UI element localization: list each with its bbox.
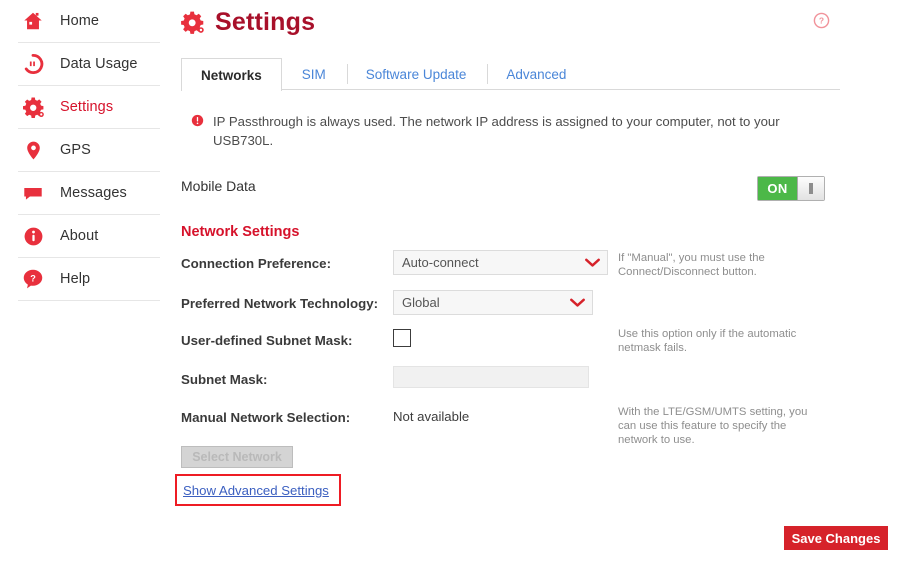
tab-label: Networks — [201, 67, 262, 83]
page-header: Settings — [180, 8, 315, 37]
help-circle-icon[interactable]: ? — [813, 12, 830, 29]
field-label: Preferred Network Technology: — [181, 296, 379, 311]
svg-text:?: ? — [819, 16, 824, 26]
select-network-button[interactable]: Select Network — [181, 446, 293, 468]
form-row-subnet-mask: Subnet Mask: — [181, 364, 861, 402]
sidebar-item-messages[interactable]: Messages — [18, 172, 160, 215]
chevron-down-icon — [570, 298, 585, 308]
sidebar-item-about[interactable]: About — [18, 215, 160, 258]
form-row-connection-preference: Connection Preference: Auto-connect If "… — [181, 248, 861, 288]
form-row-manual-network-selection: Manual Network Selection: Not available … — [181, 402, 861, 446]
form-row-preferred-network-technology: Preferred Network Technology: Global — [181, 288, 861, 325]
sidebar-item-gps[interactable]: GPS — [18, 129, 160, 172]
mobile-data-row: Mobile Data ON — [181, 176, 841, 204]
subnet-mask-input[interactable] — [393, 366, 589, 388]
field-label: Subnet Mask: — [181, 372, 268, 387]
sidebar-item-label: Help — [60, 271, 91, 287]
section-title-network-settings: Network Settings — [181, 224, 300, 240]
sidebar-item-label: Data Usage — [60, 56, 138, 72]
form-row-user-defined-subnet-mask: User-defined Subnet Mask: Use this optio… — [181, 325, 861, 364]
gear-icon — [18, 92, 48, 122]
data-usage-icon — [18, 49, 48, 79]
sidebar-item-label: Home — [60, 13, 100, 29]
sidebar: Home Data Usage Settings GPS Messages Ab… — [0, 0, 170, 569]
tab-label: Software Update — [365, 66, 467, 82]
location-pin-icon — [18, 135, 48, 165]
info-icon — [18, 221, 48, 251]
select-value: Auto-connect — [402, 255, 479, 270]
field-hint: With the LTE/GSM/UMTS setting, you can u… — [618, 406, 808, 446]
user-defined-subnet-mask-checkbox[interactable] — [393, 329, 411, 347]
preferred-network-technology-select[interactable]: Global — [393, 290, 593, 315]
mobile-data-toggle[interactable]: ON — [757, 176, 825, 201]
main-content: Settings ? Networks SIM Software Update — [170, 0, 900, 569]
home-icon — [18, 6, 48, 36]
manual-network-selection-value: Not available — [393, 409, 470, 424]
sidebar-item-data-usage[interactable]: Data Usage — [18, 43, 160, 86]
field-hint: If "Manual", you must use the Connect/Di… — [618, 252, 765, 278]
tab-software-update[interactable]: Software Update — [346, 58, 487, 90]
tab-networks[interactable]: Networks — [181, 58, 282, 91]
sidebar-item-settings[interactable]: Settings — [18, 86, 160, 129]
page-title: Settings — [215, 8, 316, 36]
chevron-down-icon — [585, 258, 600, 268]
settings-page: Home Data Usage Settings GPS Messages Ab… — [0, 0, 900, 569]
notice-text: IP Passthrough is always used. The netwo… — [213, 114, 780, 148]
gear-icon — [180, 10, 205, 35]
show-advanced-settings-link[interactable]: Show Advanced Settings — [183, 483, 329, 498]
field-label: User-defined Subnet Mask: — [181, 333, 353, 348]
field-label: Connection Preference: — [181, 256, 331, 271]
sidebar-item-label: Settings — [60, 99, 114, 115]
tab-sim[interactable]: SIM — [282, 58, 346, 90]
field-label: Manual Network Selection: — [181, 410, 351, 425]
tab-bar: Networks SIM Software Update Advanced — [181, 58, 840, 91]
tab-label: Advanced — [506, 66, 567, 82]
info-notice: IP Passthrough is always used. The netwo… — [191, 112, 791, 150]
mobile-data-label: Mobile Data — [181, 178, 256, 194]
sidebar-item-home[interactable]: Home — [18, 0, 160, 43]
toggle-state-label: ON — [758, 177, 797, 200]
tab-label: SIM — [301, 66, 326, 82]
alert-circle-icon — [191, 114, 204, 127]
question-icon: ? — [18, 264, 48, 294]
svg-text:?: ? — [30, 273, 36, 283]
select-value: Global — [402, 295, 440, 310]
sidebar-item-label: About — [60, 228, 99, 244]
save-changes-button[interactable]: Save Changes — [784, 526, 888, 550]
field-hint: Use this option only if the automatic ne… — [618, 328, 797, 354]
toggle-knob[interactable] — [797, 177, 824, 200]
tab-advanced[interactable]: Advanced — [486, 58, 586, 90]
network-settings-form: Connection Preference: Auto-connect If "… — [181, 248, 861, 446]
connection-preference-select[interactable]: Auto-connect — [393, 250, 608, 275]
sidebar-item-help[interactable]: ? Help — [18, 258, 160, 301]
message-icon — [18, 178, 48, 208]
sidebar-item-label: GPS — [60, 142, 91, 158]
show-advanced-settings-highlight: Show Advanced Settings — [175, 474, 341, 506]
sidebar-item-label: Messages — [60, 185, 127, 201]
